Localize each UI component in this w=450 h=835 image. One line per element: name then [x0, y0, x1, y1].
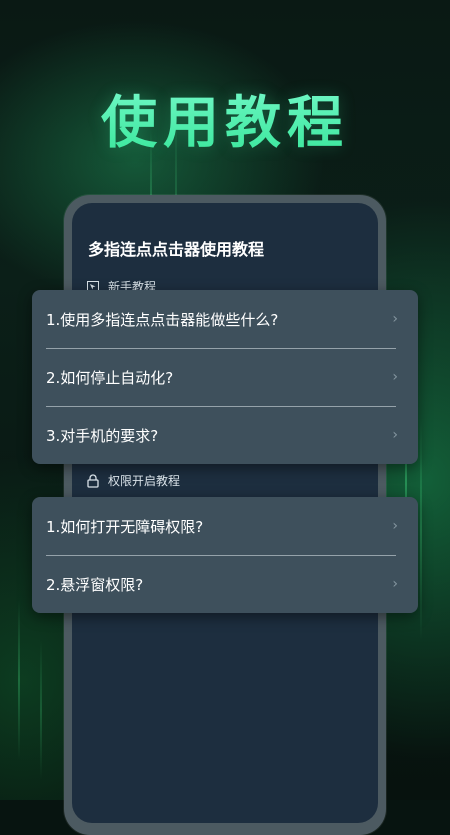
faq-item-label: 2.如何停止自动化?	[46, 368, 174, 387]
hero-title: 使用教程	[0, 78, 450, 159]
faq-card-permission: 1.如何打开无障碍权限? › 2.悬浮窗权限? ›	[32, 497, 418, 613]
chevron-right-icon: ›	[392, 576, 398, 592]
faq-item-label: 3.对手机的要求?	[46, 426, 159, 445]
chevron-right-icon: ›	[392, 518, 398, 534]
chevron-right-icon: ›	[392, 369, 398, 385]
faq-item-what-can-do[interactable]: 1.使用多指连点点击器能做些什么? ›	[32, 290, 418, 348]
faq-item-accessibility[interactable]: 1.如何打开无障碍权限? ›	[32, 497, 418, 555]
lock-icon	[86, 473, 100, 488]
faq-item-stop-automation[interactable]: 2.如何停止自动化? ›	[32, 348, 418, 406]
chevron-right-icon: ›	[392, 311, 398, 327]
section-permission: 权限开启教程	[86, 472, 180, 489]
faq-item-label: 1.如何打开无障碍权限?	[46, 517, 204, 536]
phone-screen-title: 多指连点点击器使用教程	[88, 240, 265, 259]
section-permission-label: 权限开启教程	[108, 474, 181, 488]
faq-item-phone-requirements[interactable]: 3.对手机的要求? ›	[32, 406, 418, 464]
faq-item-floating-window[interactable]: 2.悬浮窗权限? ›	[32, 555, 418, 613]
chevron-right-icon: ›	[392, 427, 398, 443]
faq-card-beginner: 1.使用多指连点点击器能做些什么? › 2.如何停止自动化? › 3.对手机的要…	[32, 290, 418, 464]
faq-item-label: 2.悬浮窗权限?	[46, 575, 144, 594]
faq-item-label: 1.使用多指连点点击器能做些什么?	[46, 310, 279, 329]
